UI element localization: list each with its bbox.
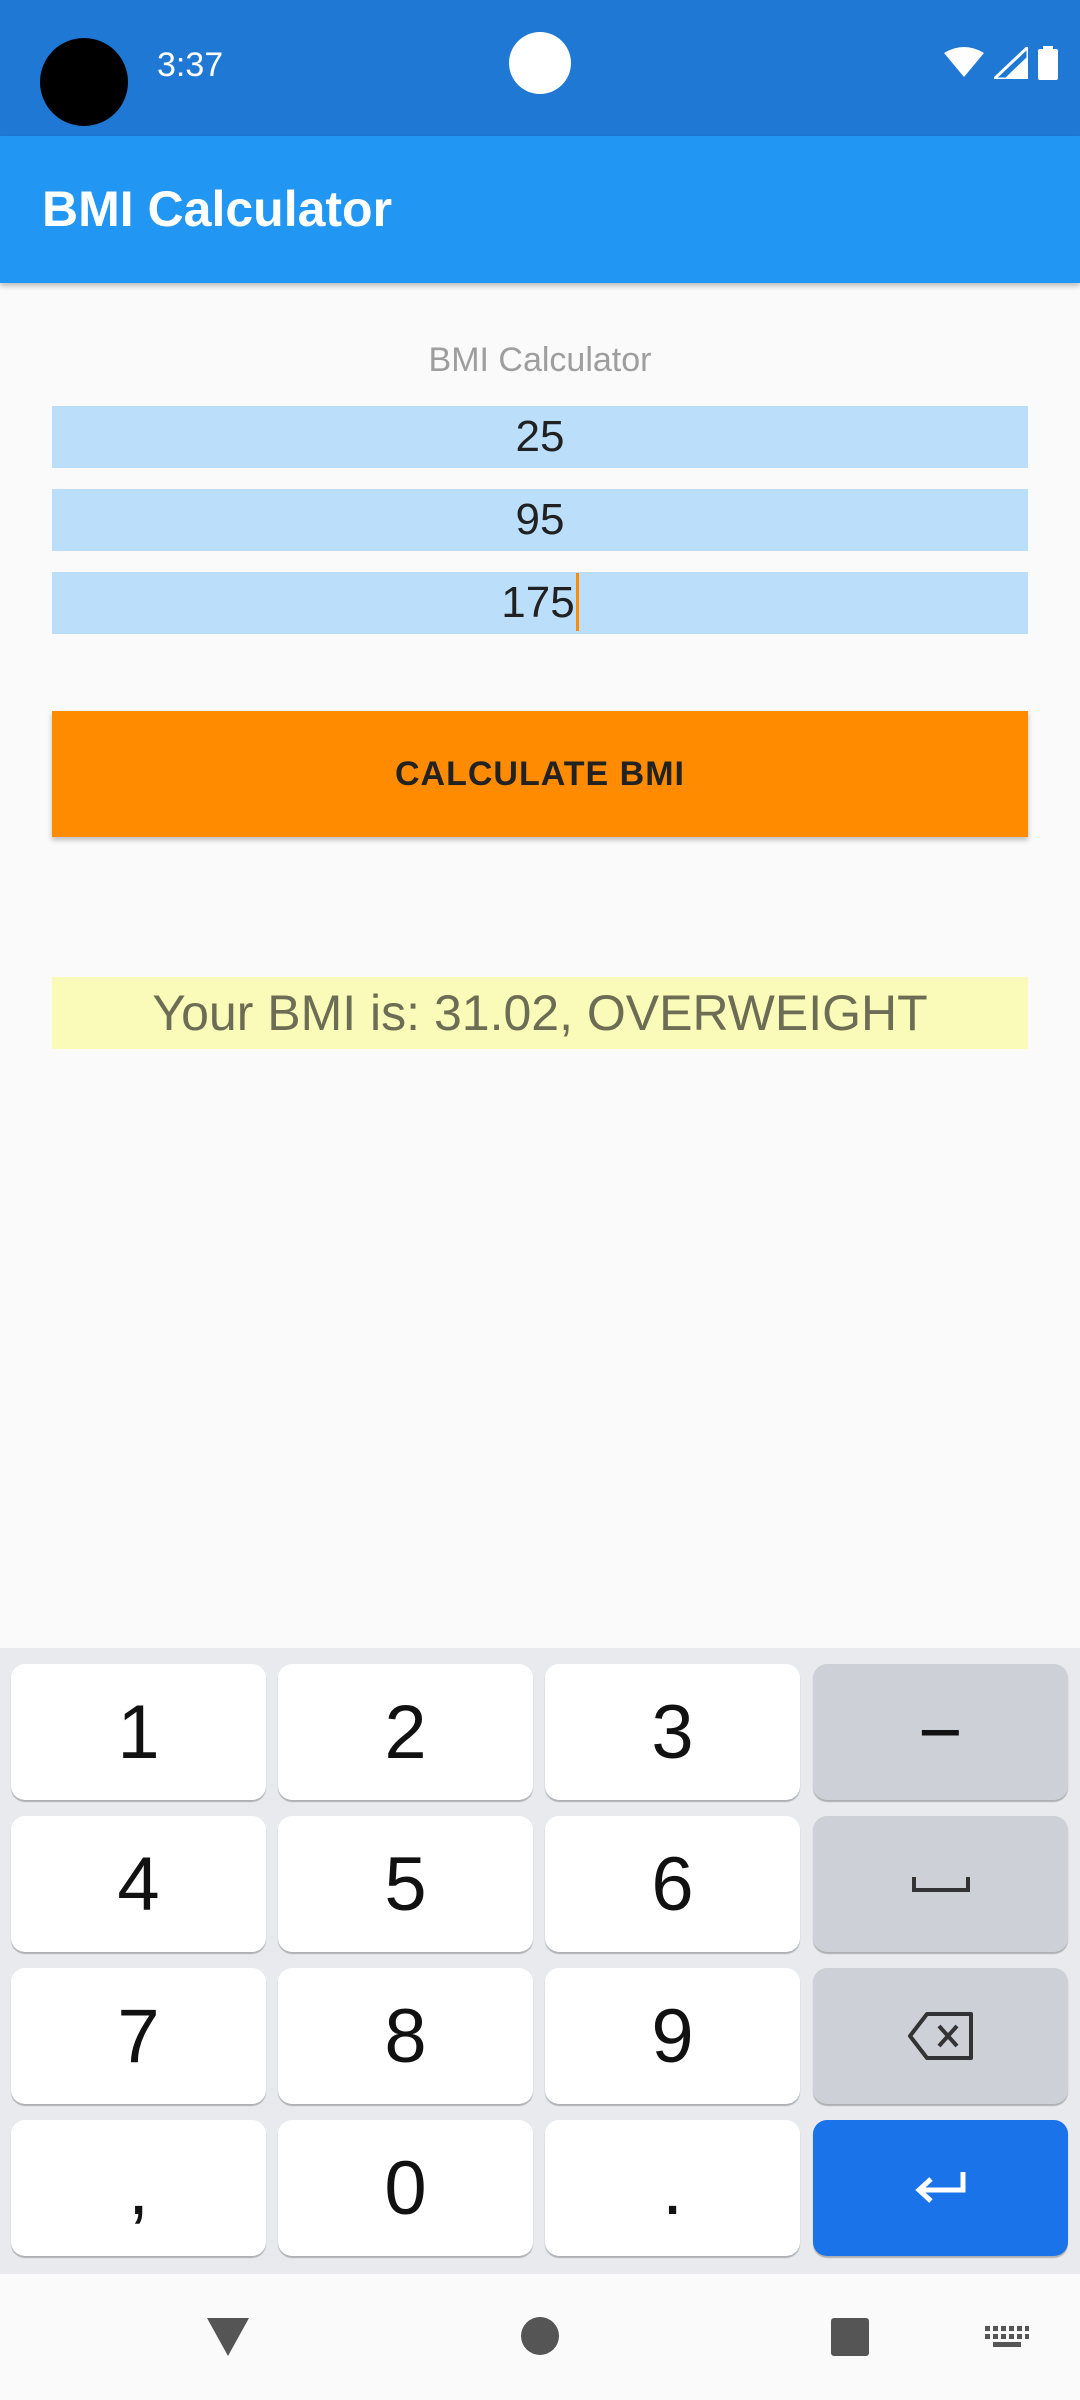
key-0[interactable]: 0 <box>278 2120 533 2256</box>
key-3-label: 3 <box>651 1689 694 1775</box>
bmi-result: Your BMI is: 31.02, OVERWEIGHT <box>52 977 1028 1049</box>
text-cursor <box>575 573 579 632</box>
status-time: 3:37 <box>157 46 224 84</box>
key-period-label: . <box>661 2145 684 2231</box>
calculate-bmi-button[interactable]: CALCULATE BMI <box>52 711 1028 837</box>
back-icon[interactable] <box>205 2316 251 2358</box>
keyboard-switch-icon[interactable] <box>985 2326 1029 2348</box>
status-icons <box>944 46 1058 80</box>
signal-icon <box>994 47 1028 79</box>
key-5[interactable]: 5 <box>278 1816 533 1952</box>
key-1[interactable]: 1 <box>11 1664 266 1800</box>
age-field-value: 25 <box>515 412 565 461</box>
weight-field[interactable]: 95 <box>52 489 1028 551</box>
key-9-label: 9 <box>651 1993 694 2079</box>
key-backspace[interactable] <box>813 1968 1068 2104</box>
key-1-label: 1 <box>117 1689 160 1775</box>
key-2-label: 2 <box>384 1689 427 1775</box>
key-space[interactable] <box>813 1816 1068 1952</box>
key-comma[interactable]: , <box>11 2120 266 2256</box>
weight-field-value: 95 <box>515 495 565 544</box>
camera-cutout <box>40 38 128 126</box>
navigation-bar <box>0 2274 1080 2400</box>
key-6-label: 6 <box>651 1841 694 1927</box>
app-bar: BMI Calculator <box>0 136 1080 283</box>
key-3[interactable]: 3 <box>545 1664 800 1800</box>
key-minus-label: − <box>918 1689 963 1775</box>
wifi-icon <box>944 47 984 77</box>
space-icon <box>911 1877 970 1892</box>
key-comma-label: , <box>127 2145 150 2231</box>
status-bar: 3:37 <box>0 0 1080 136</box>
key-4-label: 4 <box>117 1841 160 1927</box>
notification-dot-icon <box>509 32 571 94</box>
key-0-label: 0 <box>384 2145 427 2231</box>
recents-icon[interactable] <box>830 2317 870 2357</box>
numeric-keyboard: 1 2 3 − 4 5 6 7 8 9 , 0 . <box>0 1648 1080 2274</box>
key-4[interactable]: 4 <box>11 1816 266 1952</box>
key-7[interactable]: 7 <box>11 1968 266 2104</box>
key-period[interactable]: . <box>545 2120 800 2256</box>
key-enter[interactable] <box>813 2120 1068 2256</box>
key-9[interactable]: 9 <box>545 1968 800 2104</box>
key-7-label: 7 <box>117 1993 160 2079</box>
age-field[interactable]: 25 <box>52 406 1028 468</box>
backspace-icon <box>907 2012 973 2060</box>
key-minus[interactable]: − <box>813 1664 1068 1800</box>
height-field-value: 175 <box>501 578 575 627</box>
key-8[interactable]: 8 <box>278 1968 533 2104</box>
key-6[interactable]: 6 <box>545 1816 800 1952</box>
app-title: BMI Calculator <box>42 181 393 237</box>
form-heading: BMI Calculator <box>428 341 652 379</box>
key-5-label: 5 <box>384 1841 427 1927</box>
key-2[interactable]: 2 <box>278 1664 533 1800</box>
enter-icon <box>914 2172 965 2203</box>
key-8-label: 8 <box>384 1993 427 2079</box>
home-icon[interactable] <box>520 2316 560 2356</box>
battery-icon <box>1038 46 1058 80</box>
height-field[interactable]: 175 <box>52 572 1028 634</box>
